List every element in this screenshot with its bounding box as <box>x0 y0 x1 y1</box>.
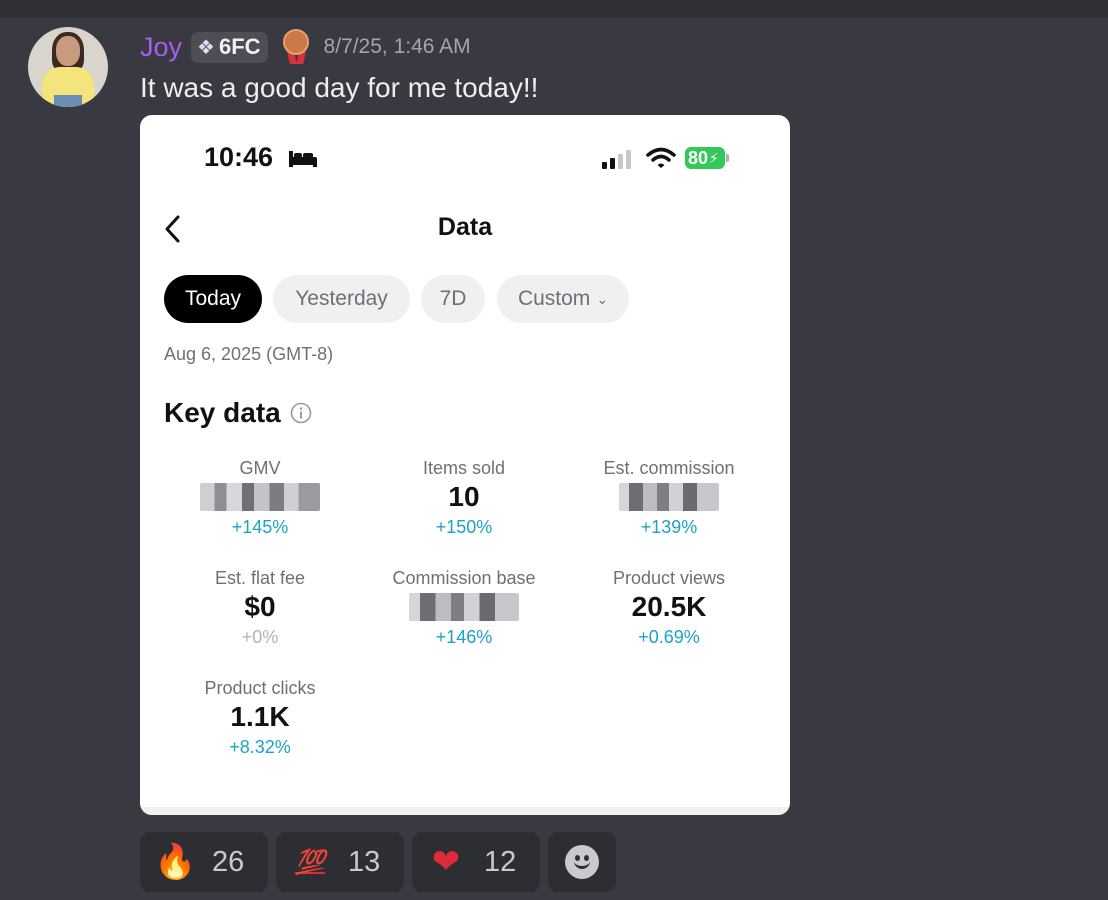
bottom-divider <box>140 807 790 815</box>
reaction-count: 13 <box>348 845 381 878</box>
tab-today[interactable]: Today <box>164 275 262 323</box>
tab-custom[interactable]: Custom ⌄ <box>497 275 629 323</box>
metric-label: GMV <box>239 458 281 478</box>
key-data-heading: Key data <box>164 397 312 429</box>
clan-tag[interactable]: ❖ 6FC <box>191 31 268 63</box>
metric-value-redacted <box>160 480 360 514</box>
reaction-heart[interactable]: ❤ 12 <box>412 832 540 892</box>
reaction-hundred[interactable]: 💯 13 <box>276 832 404 892</box>
tab-label: 7D <box>439 287 467 310</box>
date-range: Aug 6, 2025 (GMT-8) <box>164 344 334 364</box>
metric-value-redacted <box>569 480 769 514</box>
metric-label: Est. commission <box>603 458 735 478</box>
battery-icon: 80 ⚡ <box>685 147 729 169</box>
chevron-down-icon: ⌄ <box>596 290 609 307</box>
reaction-count: 26 <box>212 845 245 878</box>
bronze-medal-icon[interactable] <box>282 29 312 65</box>
message-header: Joy ❖ 6FC 8/7/25, 1:46 AM <box>140 28 471 66</box>
tab-label: Custom <box>517 287 591 310</box>
metric-value: 20.5K <box>631 591 707 622</box>
metric-change: +146% <box>435 627 493 647</box>
signal-icon <box>602 150 631 169</box>
clan-tag-label: 6FC <box>218 34 261 59</box>
heart-icon: ❤ <box>431 843 461 881</box>
metric-change: +145% <box>231 517 289 537</box>
metric-change: +139% <box>640 517 698 537</box>
metric-items-sold[interactable]: Items sold 10 +150% <box>364 456 564 540</box>
add-reaction-button[interactable] <box>548 832 616 892</box>
tab-label: Yesterday <box>295 287 388 310</box>
metric-commission-base[interactable]: Commission base +146% <box>364 566 564 650</box>
metric-label: Items sold <box>422 458 506 478</box>
fire-icon: 🔥 <box>154 843 197 881</box>
metric-value: $0 <box>244 591 276 622</box>
bed-icon <box>289 151 317 167</box>
hundred-points-icon: 💯 <box>295 848 325 876</box>
wifi-icon <box>646 147 676 168</box>
metric-label: Commission base <box>392 568 536 588</box>
tab-yesterday[interactable]: Yesterday <box>273 275 410 323</box>
metric-est-flat-fee[interactable]: Est. flat fee $0 +0% <box>160 566 360 650</box>
metric-product-views[interactable]: Product views 20.5K +0.69% <box>569 566 769 650</box>
message-timestamp[interactable]: 8/7/25, 1:46 AM <box>324 35 471 59</box>
metric-change: +0% <box>241 627 279 647</box>
username[interactable]: Joy <box>140 32 182 63</box>
status-time: 10:46 <box>204 142 274 172</box>
metric-label: Product views <box>612 568 726 588</box>
message-text: It was a good day for me today!! <box>140 72 539 103</box>
metric-change: +0.69% <box>638 627 700 647</box>
top-bar <box>0 0 1108 18</box>
metric-value: 10 <box>448 481 480 512</box>
page-title: Data <box>437 213 493 241</box>
reaction-count: 12 <box>484 845 517 878</box>
tab-label: Today <box>184 287 242 310</box>
reaction-fire[interactable]: 🔥 26 <box>140 832 268 892</box>
key-data-title: Key data <box>164 397 281 428</box>
battery-level: 80 <box>688 148 709 168</box>
tab-7d[interactable]: 7D <box>421 275 485 323</box>
metric-value: 1.1K <box>230 701 290 732</box>
avatar[interactable] <box>28 27 108 107</box>
metric-change: +150% <box>435 517 493 537</box>
metric-est-commission[interactable]: Est. commission +139% <box>569 456 769 540</box>
reactions-bar: 🔥 26 💯 13 ❤ 12 <box>140 832 624 892</box>
metric-change: +8.32% <box>229 737 291 757</box>
metric-label: Product clicks <box>204 678 316 698</box>
info-icon[interactable] <box>290 402 312 424</box>
attached-screenshot[interactable]: 10:46 80 ⚡ Data Today Yesterday 7D Custom… <box>140 115 790 815</box>
metric-gmv[interactable]: GMV +145% <box>160 456 360 540</box>
metric-label: Est. flat fee <box>214 568 306 588</box>
metric-value-redacted <box>364 590 564 624</box>
metric-product-clicks[interactable]: Product clicks 1.1K +8.32% <box>160 676 360 760</box>
smiley-icon <box>565 845 599 879</box>
sparkle-diamond-icon: ❖ <box>197 36 215 59</box>
